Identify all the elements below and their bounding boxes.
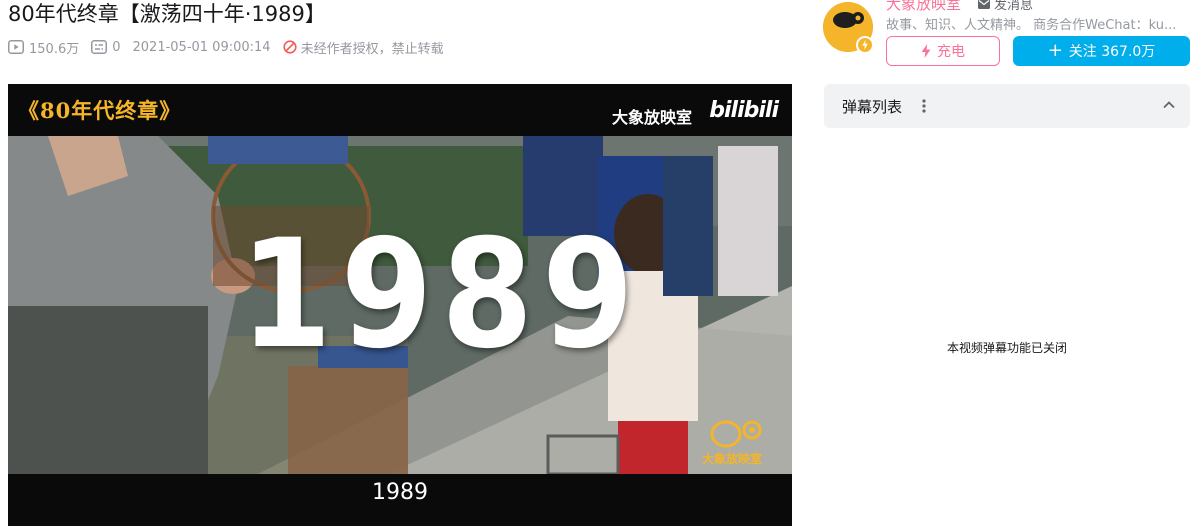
danmaku-closed-notice: 本视频弹幕功能已关闭 bbox=[946, 341, 1067, 355]
charge-icon bbox=[921, 44, 931, 58]
publish-time-text: 2021-05-01 09:00:14 bbox=[132, 39, 271, 55]
channel-watermark: 大象放映室 bbox=[611, 108, 692, 127]
publish-time: 2021-05-01 09:00:14 bbox=[133, 40, 271, 55]
big-year-overlay: 1989 bbox=[240, 208, 643, 382]
video-meta: 150.6万 0 2021-05-01 09:00:14 未经作者授权，禁止转载 bbox=[8, 38, 456, 57]
danmaku-list-header[interactable]: 弹幕列表 bbox=[824, 84, 1190, 128]
verified-badge-icon bbox=[856, 36, 874, 54]
uploader-name[interactable]: 大象放映室 bbox=[886, 0, 961, 14]
danmaku-list-title: 弹幕列表 bbox=[842, 98, 903, 116]
danmaku-count-text: 0 bbox=[112, 39, 121, 55]
message-icon bbox=[978, 0, 990, 9]
send-message-label: 发消息 bbox=[994, 0, 1034, 13]
view-count-text: 150.6万 bbox=[29, 41, 80, 57]
video-player[interactable]: 《80年代终章》 大象放映室 bilibili 1989 大象放映室 1989 bbox=[8, 84, 792, 526]
view-count: 150.6万 bbox=[8, 38, 79, 57]
danmaku-count: 0 bbox=[91, 39, 121, 55]
more-icon[interactable] bbox=[920, 96, 928, 116]
plus-icon: + bbox=[1047, 40, 1063, 61]
video-title: 80年代终章【激荡四十年·1989】 bbox=[8, 2, 326, 26]
copyright-notice-text: 未经作者授权，禁止转载 bbox=[300, 41, 444, 57]
elephant-logo-icon bbox=[710, 420, 762, 448]
follow-button[interactable]: + 关注 367.0万 bbox=[1013, 36, 1190, 66]
follow-button-label: 关注 367.0万 bbox=[1068, 44, 1156, 60]
uploader-description: 故事、知识、人文精神。 商务合作WeChat：ku... bbox=[886, 18, 1177, 33]
video-frame: 1989 大象放映室 bbox=[8, 136, 792, 474]
corner-logo-text: 大象放映室 bbox=[702, 452, 763, 466]
no-reprint-icon bbox=[282, 40, 297, 54]
play-count-icon bbox=[8, 40, 24, 54]
bilibili-logo: bilibili bbox=[709, 98, 779, 123]
chevron-up-icon[interactable] bbox=[1162, 98, 1176, 112]
video-subtitle: 1989 bbox=[372, 480, 428, 505]
copyright-notice: 未经作者授权，禁止转载 bbox=[282, 38, 444, 57]
send-message-link[interactable]: 发消息 bbox=[978, 0, 1033, 13]
danmaku-count-icon bbox=[91, 40, 108, 54]
series-title: 《80年代终章》 bbox=[18, 98, 182, 123]
charge-button-label: 充电 bbox=[937, 44, 965, 60]
corner-channel-logo: 大象放映室 bbox=[702, 416, 768, 468]
charge-button[interactable]: 充电 bbox=[886, 36, 1000, 66]
